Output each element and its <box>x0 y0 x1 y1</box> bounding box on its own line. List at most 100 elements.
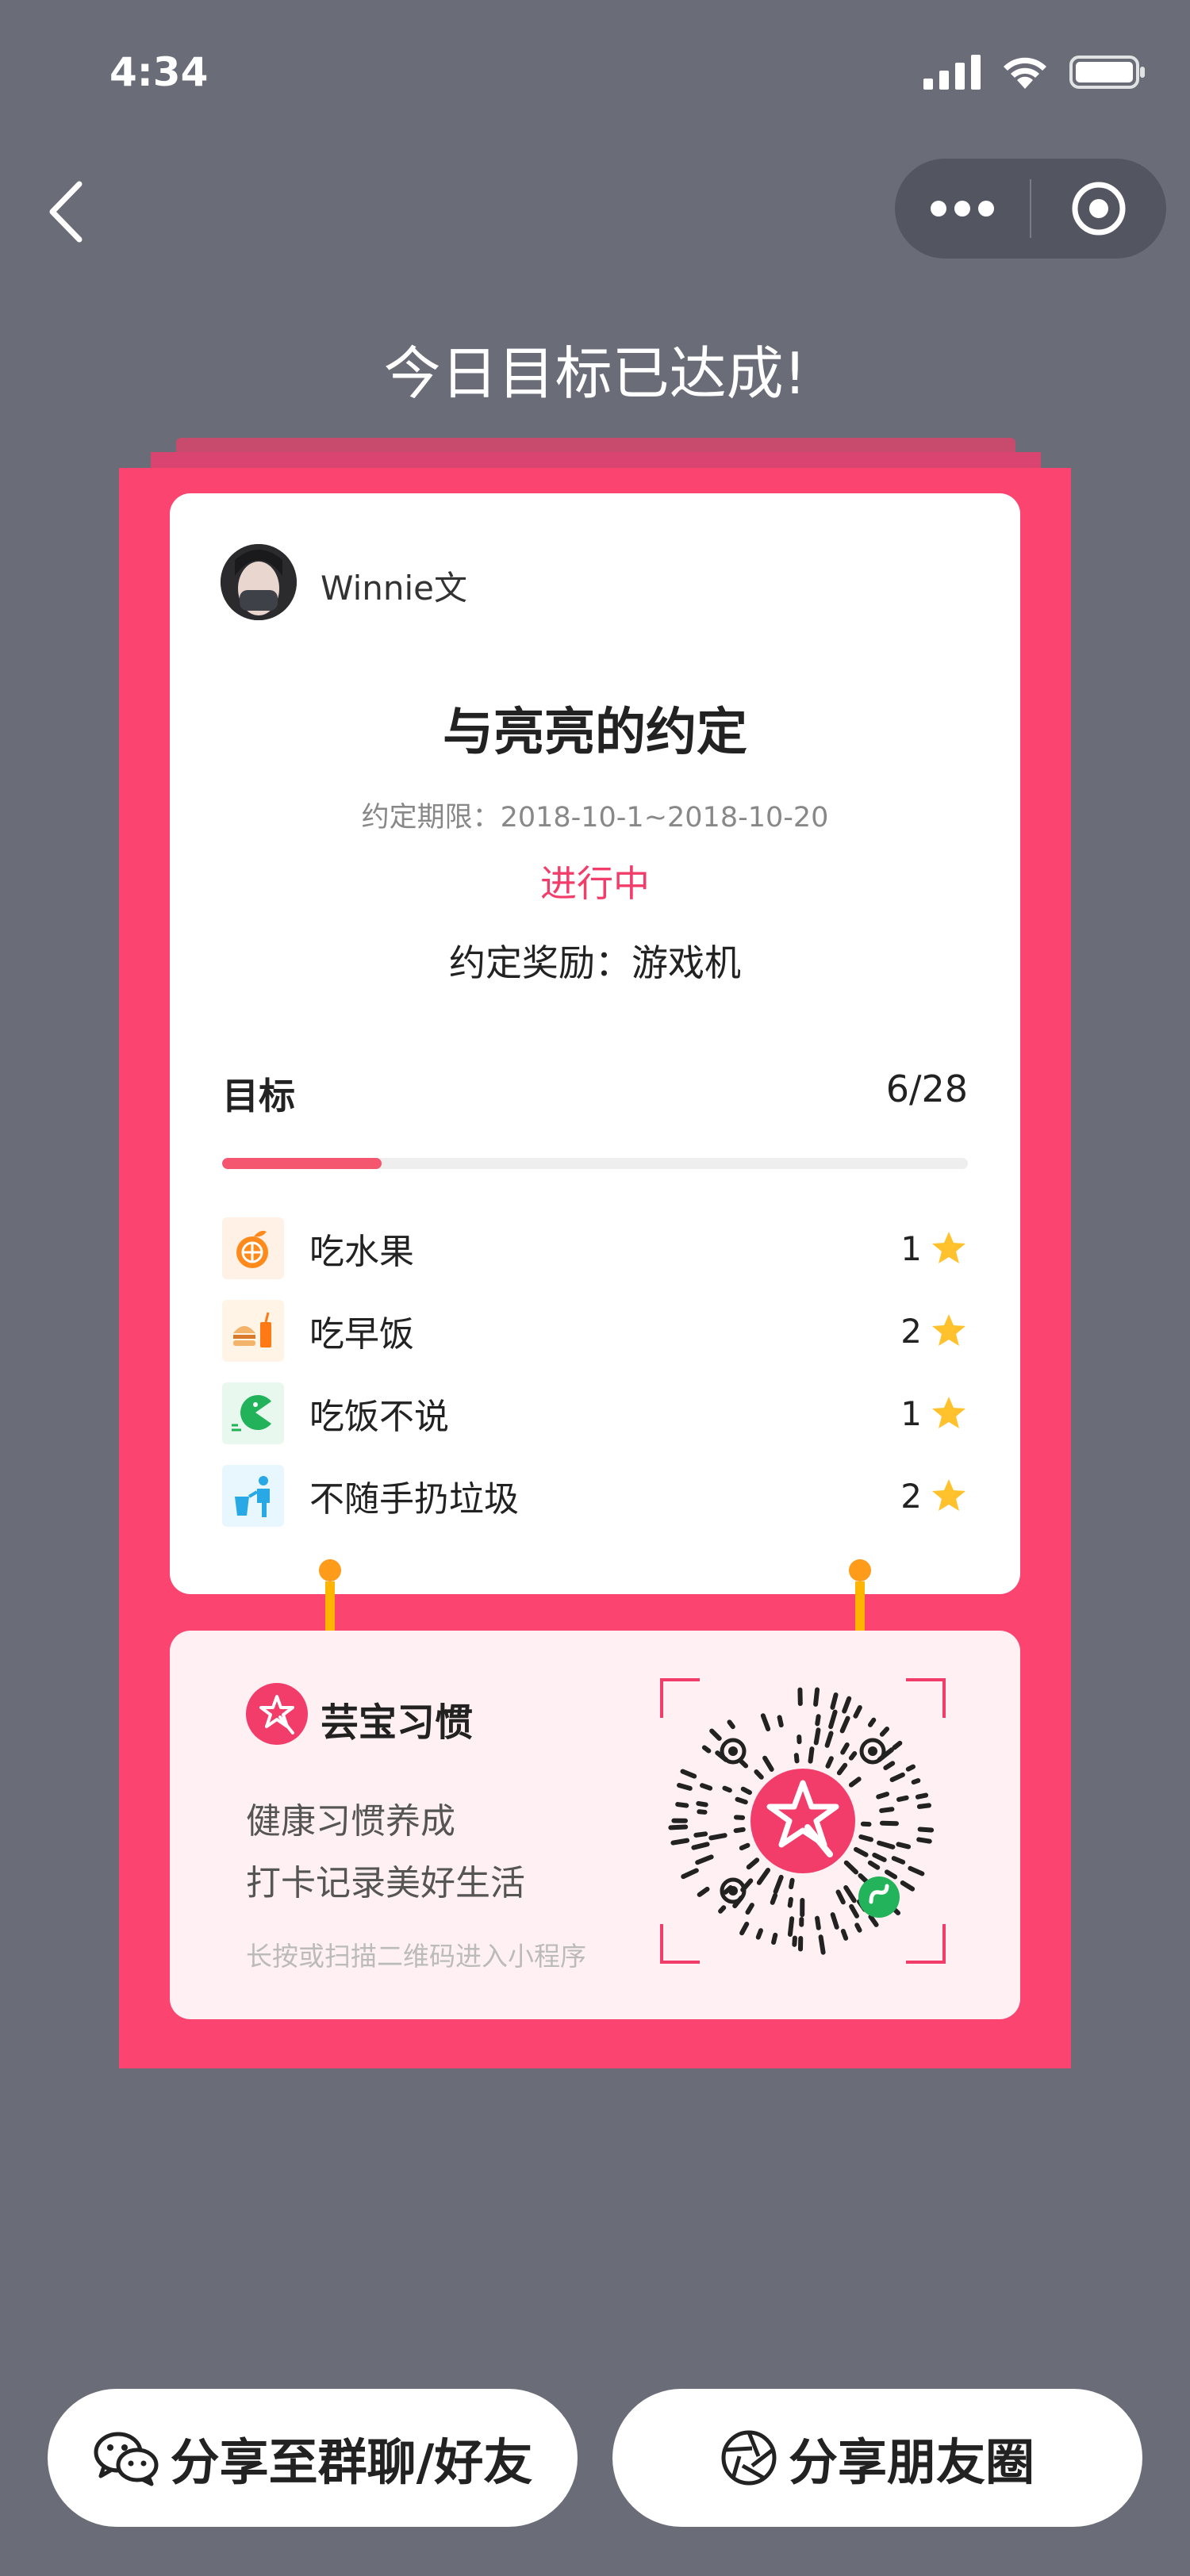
fruit-icon <box>222 1217 284 1279</box>
qr-module <box>691 1842 710 1850</box>
more-button[interactable] <box>895 159 1030 259</box>
qr-module <box>681 1868 699 1880</box>
qr-module <box>835 1889 846 1905</box>
share-to-moments-label: 分享朋友圈 <box>788 2433 1035 2491</box>
qr-module <box>885 1869 898 1880</box>
qr-module <box>815 1915 821 1930</box>
qr-module <box>777 1715 784 1728</box>
qr-module <box>700 1783 713 1791</box>
list-item: 吃水果 1 <box>222 1207 968 1290</box>
qr-module <box>908 1865 925 1876</box>
qr-module <box>839 1715 850 1734</box>
qr-module <box>905 1764 916 1772</box>
mini-program-qr-code[interactable] <box>660 1678 946 1964</box>
qr-module <box>746 1857 760 1870</box>
status-icons <box>923 52 1146 92</box>
qr-module <box>789 1877 795 1890</box>
share-to-moments-button[interactable]: 分享朋友圈 <box>612 2389 1142 2527</box>
qr-module <box>849 1903 859 1919</box>
qr-module <box>818 1934 826 1955</box>
back-button[interactable] <box>41 176 97 247</box>
qr-module <box>896 1842 912 1850</box>
qr-module <box>701 1745 712 1754</box>
slogan-line: 打卡记录美好生活 <box>246 1863 525 1903</box>
signal-icon <box>923 55 981 90</box>
qr-module <box>867 1860 881 1870</box>
goal-name: 吃早饭 <box>309 1314 414 1355</box>
avatar-image <box>221 544 297 620</box>
qr-module <box>879 1727 890 1737</box>
qr-module <box>808 1746 815 1764</box>
goal-star-count: 1 <box>900 1393 922 1433</box>
qr-module <box>813 1727 821 1746</box>
qr-module <box>828 1709 838 1730</box>
star-icon <box>932 1397 965 1428</box>
qr-module <box>697 1886 710 1897</box>
qr-module <box>773 1874 784 1895</box>
slogan-line: 健康习惯养成 <box>246 1801 455 1842</box>
qr-module <box>770 1892 778 1905</box>
goal-star-count: 2 <box>900 1476 922 1516</box>
qr-module <box>708 1833 727 1841</box>
star-wand-icon <box>259 1695 294 1735</box>
share-to-chat-button[interactable]: 分享至群聊/好友 <box>48 2389 578 2527</box>
qr-module <box>813 1687 820 1707</box>
qr-module <box>693 1831 708 1838</box>
qr-module <box>891 1856 906 1865</box>
star-icon <box>932 1314 965 1346</box>
qr-module <box>718 1905 727 1914</box>
more-dots-icon <box>931 201 994 217</box>
list-item: 不随手扔垃圾 2 <box>222 1455 968 1537</box>
goal-progress-fill <box>222 1158 382 1169</box>
qr-module <box>917 1827 935 1833</box>
qr-module <box>915 1792 929 1800</box>
qr-module <box>754 1769 764 1780</box>
qr-module <box>883 1761 896 1771</box>
qr-module <box>889 1772 905 1782</box>
qr-module <box>911 1778 921 1785</box>
qr-module <box>755 1928 763 1940</box>
close-button[interactable] <box>1031 159 1166 259</box>
qr-module <box>745 1903 754 1915</box>
page-headline: 今日目标已达成! <box>383 340 807 407</box>
qr-module <box>872 1852 887 1862</box>
qr-module <box>824 1731 834 1748</box>
goal-name: 不随手扔垃圾 <box>309 1479 519 1520</box>
goal-list: 吃水果 1 吃早饭 2 吃饭不说 1 不随手扔垃圾 2 <box>222 1207 968 1537</box>
goal-name: 吃水果 <box>309 1232 414 1272</box>
goal-label: 目标 <box>222 1075 295 1117</box>
qr-module <box>854 1922 862 1933</box>
qr-module <box>670 1838 690 1846</box>
qr-module <box>876 1792 889 1800</box>
wifi-icon <box>1004 57 1046 89</box>
battery-icon <box>1069 56 1145 89</box>
goal-count: 6/28 <box>885 1068 968 1110</box>
qr-module <box>848 1750 858 1761</box>
moments-icon <box>721 2430 777 2486</box>
qr-module <box>825 1756 834 1769</box>
promise-card: Winnie文 与亮亮的约定 约定期限：2018-10-1~2018-10-20… <box>170 493 1020 1594</box>
qr-module <box>840 1928 849 1941</box>
qr-module <box>843 1860 858 1875</box>
qr-module <box>760 1713 771 1732</box>
qr-module <box>900 1880 916 1892</box>
qr-module <box>854 1846 869 1857</box>
promise-title: 与亮亮的约定 <box>443 703 747 762</box>
qr-module <box>787 1896 793 1908</box>
list-item: 吃早饭 2 <box>222 1290 968 1372</box>
star-icon <box>932 1479 965 1511</box>
qr-module <box>739 1921 750 1936</box>
username: Winnie文 <box>321 569 468 608</box>
avatar <box>221 544 297 620</box>
pacman-icon <box>222 1382 284 1444</box>
qr-module <box>843 1885 857 1903</box>
qr-module <box>739 1758 749 1769</box>
brand-logo <box>246 1683 308 1745</box>
status-time: 4:34 <box>109 49 209 95</box>
goal-name: 吃饭不说 <box>309 1397 449 1437</box>
qr-module <box>722 1785 732 1793</box>
qr-module <box>762 1755 774 1772</box>
qr-module <box>853 1704 862 1719</box>
star-icon <box>932 1232 965 1263</box>
qr-module <box>836 1762 848 1776</box>
